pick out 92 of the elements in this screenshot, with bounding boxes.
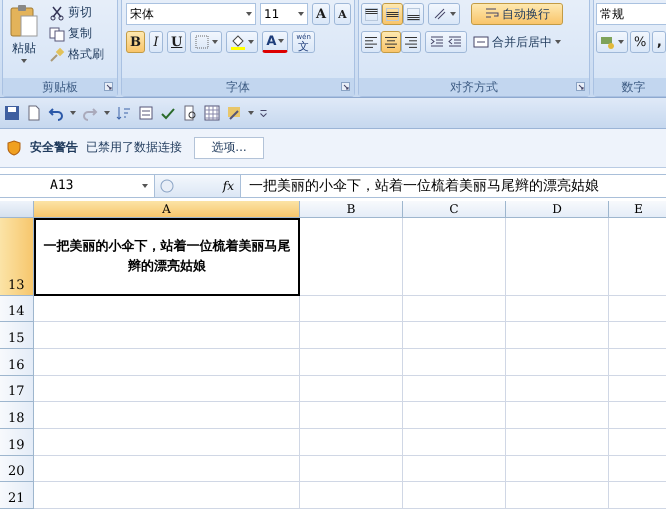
percent-button[interactable]: %	[630, 31, 650, 53]
column-header[interactable]: B	[300, 200, 403, 218]
number-format-field[interactable]: 常规	[596, 3, 666, 25]
align-center-icon	[385, 36, 397, 48]
group-label: 对齐方式	[359, 78, 589, 96]
italic-button[interactable]: I	[149, 31, 163, 53]
document-icon	[26, 105, 42, 122]
caret-icon	[142, 184, 148, 188]
formula-field[interactable]: 一把美丽的小伞下，站着一位梳着美丽马尾辫的漂亮姑娘	[241, 176, 599, 195]
security-warning-title: 安全警告	[30, 139, 78, 156]
caret-icon	[246, 12, 252, 16]
paint-bucket-icon	[230, 34, 246, 50]
horizontal-align-button[interactable]	[381, 31, 401, 53]
wrap-text-button[interactable]: 自动换行	[471, 3, 563, 25]
caret-icon	[248, 111, 254, 116]
caret-icon	[450, 12, 456, 16]
align-right-icon	[405, 36, 417, 48]
row-header[interactable]: 20	[0, 456, 34, 482]
options-button[interactable]: 选项...	[194, 136, 264, 159]
scissors-icon	[49, 4, 65, 20]
format-painter-button[interactable]: 格式刷	[47, 45, 106, 64]
form-icon	[138, 105, 154, 122]
vertical-align-button[interactable]	[361, 3, 382, 25]
comma-button[interactable]: ,	[652, 31, 666, 53]
font-color-button[interactable]: A	[262, 31, 288, 53]
align-top-icon	[365, 8, 378, 20]
circle-handle-icon	[159, 178, 175, 194]
column-header[interactable]: E	[609, 200, 666, 218]
border-icon	[194, 34, 210, 50]
cut-button[interactable]: 剪切	[47, 3, 106, 22]
caret-icon	[21, 59, 27, 63]
align-middle-icon	[386, 8, 399, 20]
vertical-align-button[interactable]	[403, 3, 424, 25]
caret-icon	[555, 40, 561, 44]
vertical-align-button[interactable]	[382, 3, 403, 25]
print-preview-icon	[182, 105, 198, 122]
shrink-font-button[interactable]: A	[334, 3, 351, 25]
currency-button[interactable]	[596, 31, 628, 53]
column-header[interactable]: C	[403, 200, 506, 218]
save-icon	[4, 105, 20, 122]
font-name-field[interactable]: 宋体	[126, 3, 256, 25]
row-header[interactable]: 18	[0, 402, 34, 429]
paste-button[interactable]: 粘贴	[7, 3, 41, 76]
group-label: 数字	[594, 78, 666, 96]
sort-icon	[116, 105, 132, 122]
grid-icon	[204, 105, 220, 122]
caret-icon	[278, 39, 284, 43]
caret-icon	[70, 111, 76, 116]
caret-icon	[212, 40, 218, 44]
row-header[interactable]: 21	[0, 482, 34, 509]
dialog-launcher-icon[interactable]	[341, 82, 350, 92]
group-label: 剪贴板	[3, 78, 117, 96]
horizontal-align-button[interactable]	[401, 31, 421, 53]
row-header[interactable]: 17	[0, 376, 34, 402]
align-left-icon	[365, 36, 377, 48]
clipboard-icon	[9, 4, 39, 38]
horizontal-align-button[interactable]	[361, 31, 381, 53]
row-header[interactable]: 14	[0, 296, 34, 322]
indent-button[interactable]	[425, 31, 467, 53]
security-message: 已禁用了数据连接	[86, 139, 182, 156]
slanted-text-icon	[432, 6, 448, 22]
table-cell: 一把美丽的小伞下，站着一位梳着美丽马尾辫的漂亮姑娘	[34, 218, 300, 296]
caret-icon	[298, 12, 304, 16]
insert-function-button[interactable]: fx	[222, 178, 234, 193]
row-header[interactable]: 13	[0, 218, 34, 296]
shield-icon	[6, 140, 22, 156]
row-header[interactable]: 19	[0, 428, 34, 456]
caret-icon	[248, 40, 254, 44]
dialog-launcher-icon[interactable]	[104, 82, 113, 92]
bold-button[interactable]: B	[126, 31, 145, 53]
column-header[interactable]: A	[34, 200, 300, 218]
row-header[interactable]: 15	[0, 322, 34, 349]
caret-icon	[104, 111, 110, 116]
row-header[interactable]: 16	[0, 348, 34, 376]
dialog-launcher-icon[interactable]	[576, 82, 585, 92]
fill-color-button[interactable]	[226, 31, 258, 53]
column-header[interactable]: D	[506, 200, 609, 218]
borders-button[interactable]	[190, 31, 222, 53]
merge-cells-icon	[473, 34, 489, 50]
money-icon	[600, 34, 616, 50]
align-bottom-icon	[407, 8, 420, 20]
brush-icon	[49, 46, 65, 62]
caret-icon	[618, 40, 624, 44]
font-size-field[interactable]: 11	[260, 3, 308, 25]
underline-button[interactable]: U	[167, 31, 186, 53]
customize-icon	[260, 110, 267, 117]
merge-center-button[interactable]: 合并后居中	[471, 31, 563, 53]
grow-font-button[interactable]: A	[312, 3, 330, 25]
copy-icon	[49, 26, 65, 42]
copy-button[interactable]: 复制	[47, 24, 106, 43]
group-label: 字体	[122, 78, 354, 96]
orientation-button[interactable]	[428, 3, 460, 25]
